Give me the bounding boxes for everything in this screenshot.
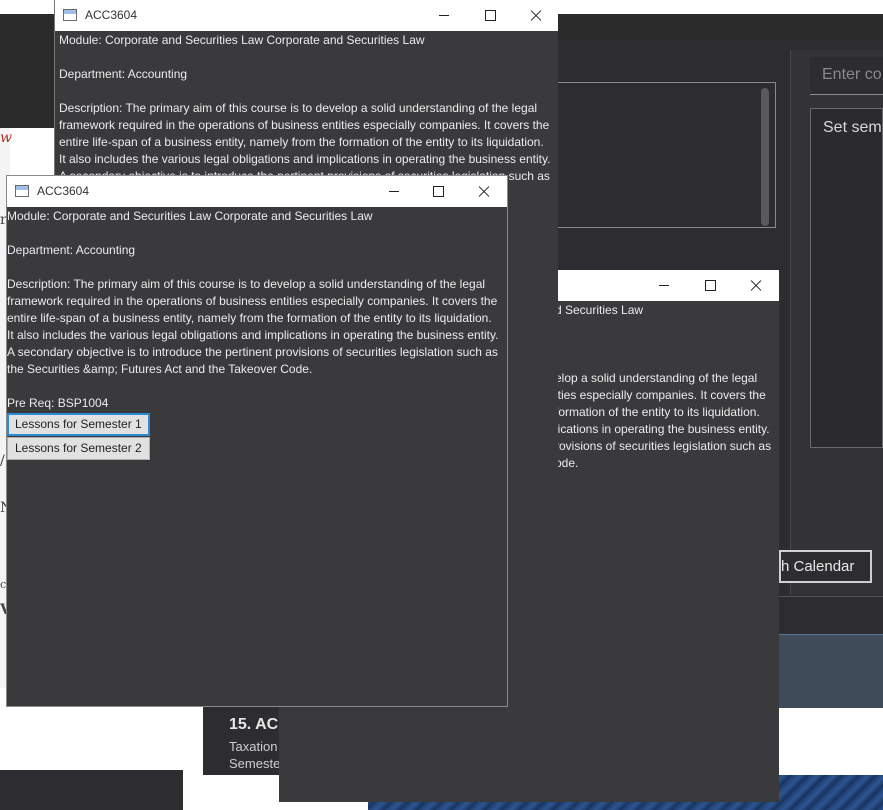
background-selected-row[interactable]: [779, 634, 883, 708]
lessons-semester-1-button[interactable]: Lessons for Semester 1: [7, 413, 150, 436]
text-line: ode.: [555, 456, 579, 470]
background-list-item-subtitle: Taxation: [229, 739, 278, 754]
close-icon[interactable]: [513, 0, 559, 30]
text-line: [555, 353, 779, 370]
description-line: A secondary objective is to introduce th…: [7, 345, 498, 359]
department-text: Department: Accounting: [7, 243, 136, 257]
close-icon[interactable]: [733, 270, 779, 300]
close-icon[interactable]: [461, 176, 507, 206]
window-title: ACC3604: [85, 8, 138, 22]
description-line: framework required in the operations of …: [7, 294, 498, 308]
text-line: elop a solid understanding of the legal: [555, 371, 758, 385]
text-line: d Securities Law: [555, 303, 644, 317]
background-enter-input[interactable]: Enter co: [810, 57, 883, 95]
text-line: Description: The primary aim of this cou…: [59, 101, 538, 115]
description-line: the Securities &amp; Futures Act and the…: [7, 362, 313, 376]
background-bottom-panel: [0, 770, 183, 810]
background-list-item-subtitle: Semester: [229, 756, 279, 771]
text-line: Module: Corporate and Securities Law Cor…: [59, 33, 425, 47]
text-line: entire life-span of a business entity, n…: [59, 135, 544, 149]
app-icon: [63, 9, 77, 21]
text-line: [59, 49, 558, 66]
description-line: entire life-span of a business entity, n…: [7, 311, 492, 325]
window-content: Module: Corporate and Securities Law Cor…: [7, 207, 507, 706]
text-line: rovisions of securities legislation such…: [555, 439, 772, 453]
app-icon: [15, 185, 29, 197]
maximize-icon[interactable]: [415, 176, 461, 206]
description-line: Description: The primary aim of this cou…: [7, 277, 486, 291]
background-scrollbar-thumb[interactable]: [761, 88, 769, 226]
minimize-icon[interactable]: [641, 270, 687, 300]
description-line: It also includes the various legal oblig…: [7, 328, 499, 342]
minimize-icon[interactable]: [371, 176, 417, 206]
lessons-semester-2-button[interactable]: Lessons for Semester 2: [7, 437, 150, 460]
background-list-item-title: 15. AC: [229, 716, 279, 733]
text-line: [555, 319, 779, 336]
background-glyph: w: [0, 130, 12, 146]
window-content: d Securities Law elop a solid understand…: [555, 301, 779, 802]
background-semester-box: Set seme: [810, 108, 883, 448]
title-bar[interactable]: ACC3604: [55, 0, 558, 31]
text-line: lications in operating the business enti…: [555, 422, 770, 436]
minimize-icon[interactable]: [421, 0, 467, 30]
title-bar[interactable]: ACC3604: [7, 176, 507, 207]
text-line: ities especially companies. It covers th…: [555, 388, 766, 402]
background-calendar-button[interactable]: h Calendar: [779, 550, 872, 583]
module-text: Module: Corporate and Securities Law Cor…: [7, 209, 373, 223]
text-line: It also includes the various legal oblig…: [59, 152, 551, 166]
window-title: ACC3604: [37, 184, 90, 198]
maximize-icon[interactable]: [687, 270, 733, 300]
course-window-1: ACC3604 Module: Corporate and Securities…: [6, 175, 508, 707]
background-text-area[interactable]: [558, 82, 776, 228]
text-line: Department: Accounting: [59, 67, 188, 81]
maximize-icon[interactable]: [467, 0, 513, 30]
background-glyph: /: [0, 453, 5, 469]
text-line: formation of the entity to its liquidati…: [555, 405, 760, 419]
text-line: [555, 336, 779, 353]
text-line: framework required in the operations of …: [59, 118, 550, 132]
background-divider: [779, 596, 883, 597]
text-line: [59, 83, 558, 100]
prereq-text: Pre Req: BSP1004: [7, 396, 109, 410]
